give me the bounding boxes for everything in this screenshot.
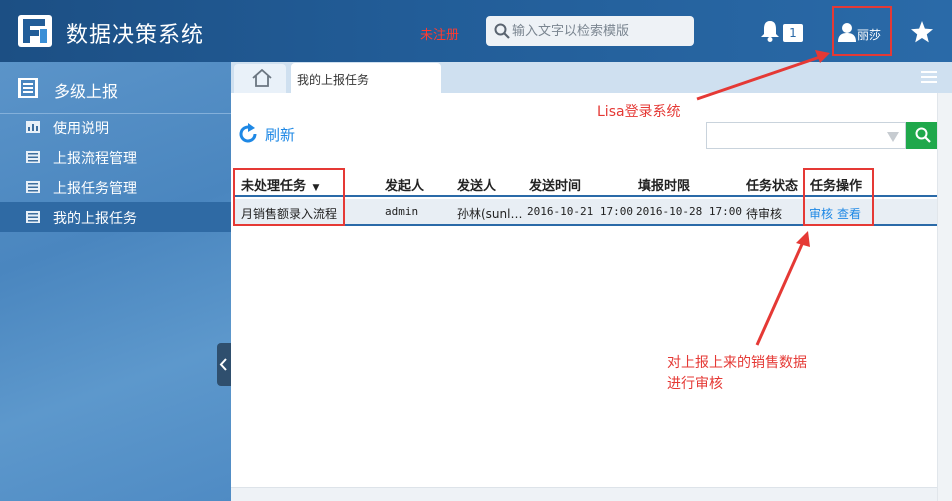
sidebar-item-label: 使用说明 — [53, 121, 109, 137]
task-filter-select[interactable] — [706, 122, 906, 149]
list-icon — [26, 181, 40, 193]
sidebar-collapse-button[interactable] — [217, 343, 231, 386]
menu-icon[interactable] — [921, 70, 937, 84]
column-header-sender: 发送人 — [457, 179, 497, 194]
status-cell: 待审核 — [746, 207, 783, 221]
tab-bar: 我的上报任务 — [231, 62, 952, 93]
chevron-left-icon — [219, 358, 227, 371]
search-icon — [494, 23, 510, 39]
sidebar-item-report-task-management[interactable]: 上报任务管理 — [0, 172, 231, 202]
top-header: 数据决策系统 未注册 1 丽莎 — [0, 0, 952, 62]
initiator-cell: admin — [385, 205, 419, 218]
highlight-box-action-column — [803, 168, 874, 226]
template-search-box[interactable] — [486, 16, 694, 46]
search-button[interactable] — [906, 122, 940, 149]
search-icon — [915, 127, 931, 143]
sidebar-item-report-flow-management[interactable]: 上报流程管理 — [0, 142, 231, 172]
sidebar-section-title: 多级上报 — [54, 82, 119, 101]
main-content: 我的上报任务 刷新 未处理任务 ▼ 发起人 发送人 发送时间 填报时限 任务状态… — [231, 62, 952, 501]
star-icon[interactable] — [910, 20, 934, 44]
notification-count-badge[interactable]: 1 — [783, 24, 803, 42]
report-icon — [18, 78, 38, 98]
highlight-box-task-column — [233, 168, 345, 226]
column-header-send-time: 发送时间 — [529, 179, 582, 194]
horizontal-scrollbar[interactable] — [231, 487, 937, 501]
vertical-scrollbar[interactable] — [937, 93, 952, 501]
send-time-cell: 2016-10-21 17:00 — [527, 205, 633, 218]
sidebar: 多级上报 使用说明 上报流程管理 上报任务管理 我的上报任务 — [0, 62, 231, 501]
refresh-icon — [239, 123, 257, 143]
chevron-down-icon — [887, 132, 899, 142]
annotation-review-note-line2: 进行审核 — [667, 376, 723, 392]
logo-icon — [18, 15, 52, 47]
tab-label: 我的上报任务 — [297, 73, 370, 87]
list-icon — [26, 211, 40, 223]
tab-my-report-tasks[interactable]: 我的上报任务 — [291, 63, 441, 93]
refresh-label: 刷新 — [265, 126, 296, 144]
column-header-initiator: 发起人 — [385, 179, 425, 194]
sidebar-item-label: 上报任务管理 — [53, 181, 137, 197]
user-name: 丽莎 — [857, 28, 882, 42]
bell-icon[interactable] — [760, 20, 780, 42]
sidebar-item-label: 上报流程管理 — [53, 151, 137, 167]
deadline-cell: 2016-10-28 17:00 — [636, 205, 742, 218]
sender-cell: 孙林(sunl… — [457, 207, 523, 221]
column-header-deadline: 填报时限 — [638, 179, 691, 194]
list-icon — [26, 151, 40, 163]
annotation-login-note: Lisa登录系统 — [597, 104, 681, 120]
user-icon — [838, 23, 856, 42]
user-menu-button[interactable]: 丽莎 — [832, 6, 892, 56]
search-input[interactable] — [512, 16, 690, 46]
sidebar-item-my-report-tasks[interactable]: 我的上报任务 — [0, 202, 231, 232]
home-icon — [252, 69, 272, 87]
sidebar-item-usage-guide[interactable]: 使用说明 — [0, 112, 231, 142]
annotation-review-note-line1: 对上报上来的销售数据 — [667, 355, 807, 371]
unregistered-label[interactable]: 未注册 — [420, 24, 459, 43]
chart-icon — [26, 121, 40, 133]
sidebar-section-header[interactable]: 多级上报 — [0, 62, 231, 114]
app-title: 数据决策系统 — [66, 23, 205, 48]
sidebar-item-label: 我的上报任务 — [53, 211, 137, 227]
column-header-status: 任务状态 — [746, 179, 799, 194]
tab-home[interactable] — [234, 64, 286, 93]
